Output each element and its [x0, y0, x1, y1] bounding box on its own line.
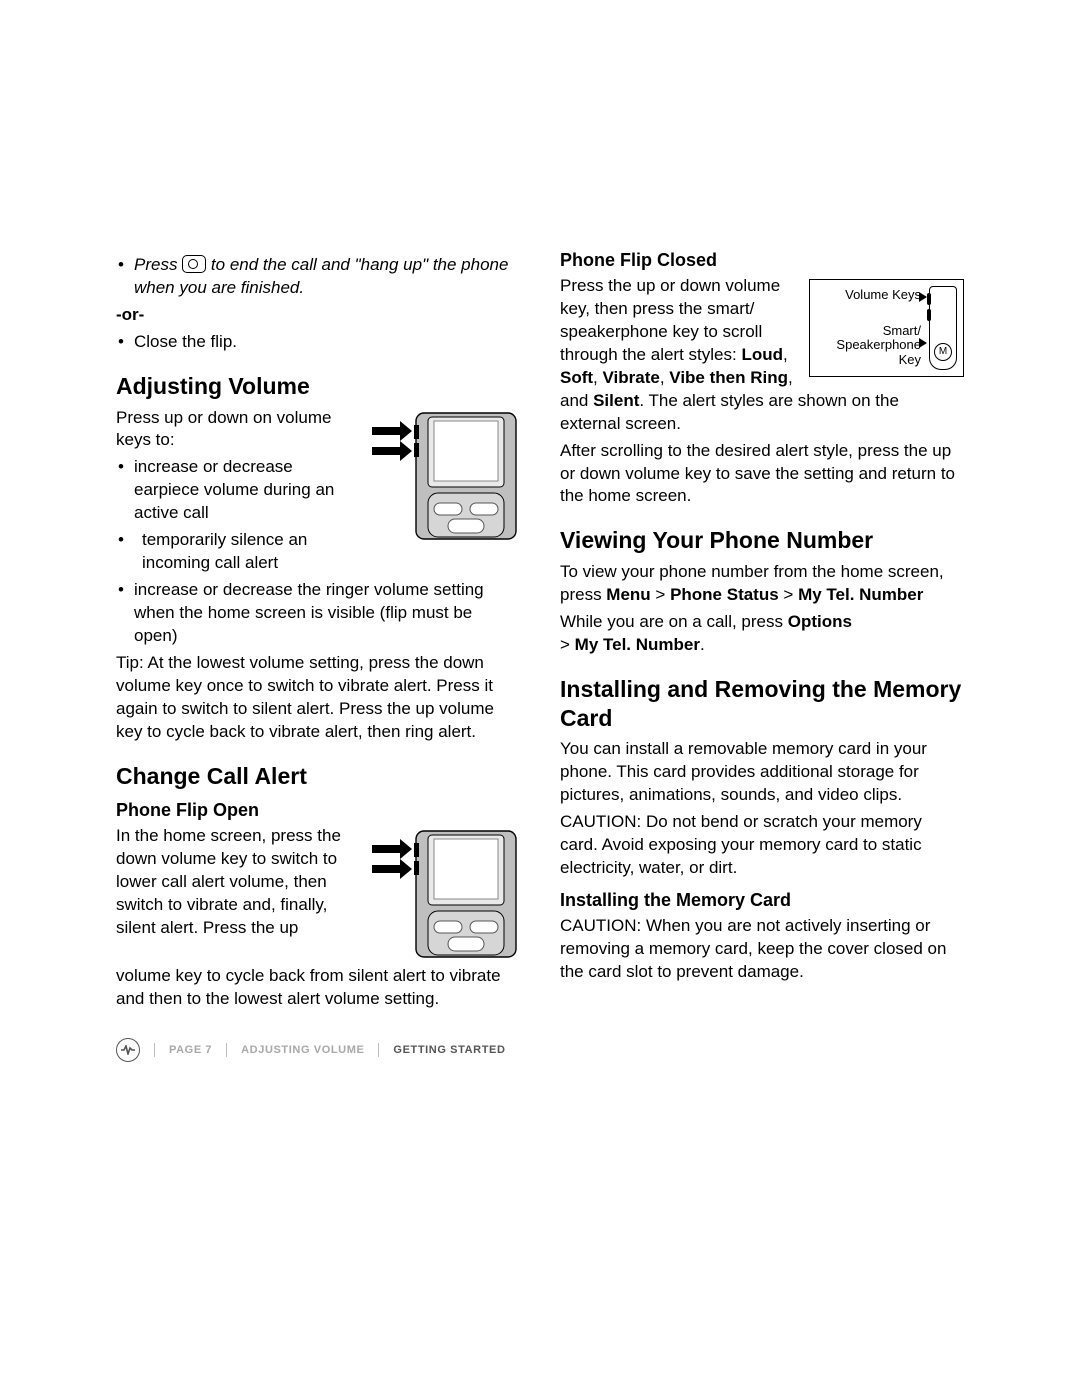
adjust-item-2: temporarily silence an incoming call ale… — [116, 529, 520, 575]
page-footer: PAGE 7 ADJUSTING VOLUME GETTING STARTED — [116, 1038, 506, 1062]
flip-closed-para-2: After scrolling to the desired alert sty… — [560, 440, 964, 509]
text: > — [651, 585, 670, 604]
adjust-list: increase or decrease earpiece volume dur… — [116, 456, 520, 648]
flip-closed-illustration: Volume Keys Smart/ Speakerphone Key M — [809, 279, 964, 377]
end-key-icon — [182, 255, 206, 273]
label-speakerphone-key: Smart/ Speakerphone Key — [831, 324, 921, 367]
view-number-para-1: To view your phone number from the home … — [560, 561, 964, 607]
right-column: Phone Flip Closed Volume Keys Smart/ Spe… — [560, 250, 964, 1015]
alert-vibrate: Vibrate — [603, 368, 660, 387]
text: > — [560, 635, 575, 654]
menu-path-options: Options — [788, 612, 852, 631]
end-call-bullet: Press to end the call and "hang up" the … — [116, 254, 520, 300]
footer-separator — [378, 1043, 379, 1057]
text: , — [660, 368, 669, 387]
adjust-item-1: increase or decrease earpiece volume dur… — [116, 456, 520, 525]
alert-loud: Loud — [741, 345, 783, 364]
text: . — [700, 635, 705, 654]
alert-soft: Soft — [560, 368, 593, 387]
heading-change-call-alert: Change Call Alert — [116, 762, 520, 791]
adjust-tip: Tip: At the lowest volume setting, press… — [116, 652, 520, 744]
footer-chapter: GETTING STARTED — [393, 1044, 505, 1056]
heading-memory-card: Installing and Removing the Memory Card — [560, 675, 964, 733]
side-button-icon — [927, 309, 931, 321]
heading-adjusting-volume: Adjusting Volume — [116, 372, 520, 401]
left-column: Press to end the call and "hang up" the … — [116, 250, 520, 1015]
subheading-flip-open: Phone Flip Open — [116, 800, 520, 821]
text: While you are on a call, press — [560, 612, 788, 631]
text: , — [783, 345, 788, 364]
arrow-icon — [919, 292, 927, 302]
manual-page: Press to end the call and "hang up" the … — [0, 0, 1080, 1397]
end-call-list: Press to end the call and "hang up" the … — [116, 254, 520, 300]
footer-page-number: PAGE 7 — [169, 1044, 212, 1056]
subheading-installing-card: Installing the Memory Card — [560, 890, 964, 911]
alert-vibe-then-ring: Vibe then Ring — [669, 368, 788, 387]
adjust-item-3: increase or decrease the ringer volume s… — [116, 579, 520, 648]
footer-separator — [154, 1043, 155, 1057]
subheading-flip-closed: Phone Flip Closed — [560, 250, 964, 271]
label-volume-keys: Volume Keys — [845, 288, 921, 302]
end-call-text-pre: Press — [134, 255, 182, 274]
or-label: -or- — [116, 304, 520, 327]
menu-path-my-tel-number: My Tel. Number — [575, 635, 700, 654]
menu-path-menu: Menu — [606, 585, 650, 604]
flip-open-para-2: volume key to cycle back from silent ale… — [116, 965, 520, 1011]
memory-card-caution-2: CAUTION: When you are not actively inser… — [560, 915, 964, 984]
memory-card-caution-1: CAUTION: Do not bend or scratch your mem… — [560, 811, 964, 880]
footer-section: ADJUSTING VOLUME — [241, 1044, 364, 1056]
menu-path-phone-status: Phone Status — [670, 585, 779, 604]
text: , — [593, 368, 602, 387]
motorola-logo-icon: M — [934, 343, 952, 361]
view-number-para-2: While you are on a call, press Options >… — [560, 611, 964, 657]
text: > — [779, 585, 798, 604]
close-flip-bullet: Close the flip. — [116, 331, 520, 354]
menu-path-my-tel-number: My Tel. Number — [798, 585, 923, 604]
heading-view-phone-number: Viewing Your Phone Number — [560, 526, 964, 555]
close-flip-list: Close the flip. — [116, 331, 520, 354]
phone-side-illustration: M — [929, 286, 957, 370]
footer-separator — [226, 1043, 227, 1057]
alert-silent: Silent — [593, 391, 639, 410]
arrow-icon — [919, 338, 927, 348]
two-column-layout: Press to end the call and "hang up" the … — [116, 250, 964, 1015]
memory-card-para-1: You can install a removable memory card … — [560, 738, 964, 807]
side-button-icon — [927, 293, 931, 305]
footer-logo-icon — [116, 1038, 140, 1062]
flip-open-illustration — [370, 829, 520, 959]
